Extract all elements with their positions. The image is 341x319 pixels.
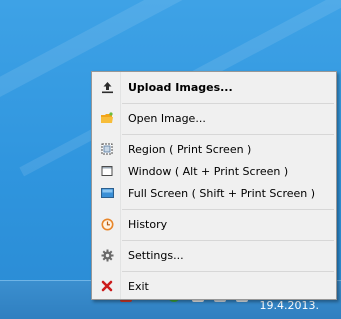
menu-item-history[interactable]: History xyxy=(94,213,334,235)
history-icon xyxy=(94,213,120,235)
menu-item-region[interactable]: Region ( Print Screen ) xyxy=(94,138,334,160)
region-icon xyxy=(94,138,120,160)
menu-item-label: History xyxy=(128,217,168,231)
menu-item-settings[interactable]: Settings... xyxy=(94,244,334,266)
gear-icon xyxy=(94,244,120,266)
menu-item-full-screen[interactable]: Full Screen ( Shift + Print Screen ) xyxy=(94,182,334,204)
taskbar-clock-date[interactable]: 19.4.2013. xyxy=(260,299,319,312)
close-icon xyxy=(94,275,120,297)
menu-item-upload-images[interactable]: Upload Images... xyxy=(94,76,334,98)
menu-item-label: Full Screen ( Shift + Print Screen ) xyxy=(128,186,316,200)
menu-separator xyxy=(122,271,334,272)
menu-separator xyxy=(122,134,334,135)
menu-item-label: Region ( Print Screen ) xyxy=(128,142,252,156)
menu-item-open-image[interactable]: Open Image... xyxy=(94,107,334,129)
menu-separator xyxy=(122,103,334,104)
upload-icon xyxy=(94,76,120,98)
window-icon xyxy=(94,160,120,182)
menu-separator xyxy=(122,209,334,210)
fullscreen-icon xyxy=(94,182,120,204)
folder-icon xyxy=(94,107,120,129)
menu-item-label: Settings... xyxy=(128,248,184,262)
menu-item-label: Upload Images... xyxy=(128,80,233,94)
menu-item-label: Open Image... xyxy=(128,111,206,125)
menu-item-window[interactable]: Window ( Alt + Print Screen ) xyxy=(94,160,334,182)
tray-context-menu: Upload Images... Open Image... Region ( … xyxy=(91,71,337,300)
menu-item-exit[interactable]: Exit xyxy=(94,275,334,297)
menu-item-label: Window ( Alt + Print Screen ) xyxy=(128,164,289,178)
menu-separator xyxy=(122,240,334,241)
menu-item-label: Exit xyxy=(128,279,149,293)
